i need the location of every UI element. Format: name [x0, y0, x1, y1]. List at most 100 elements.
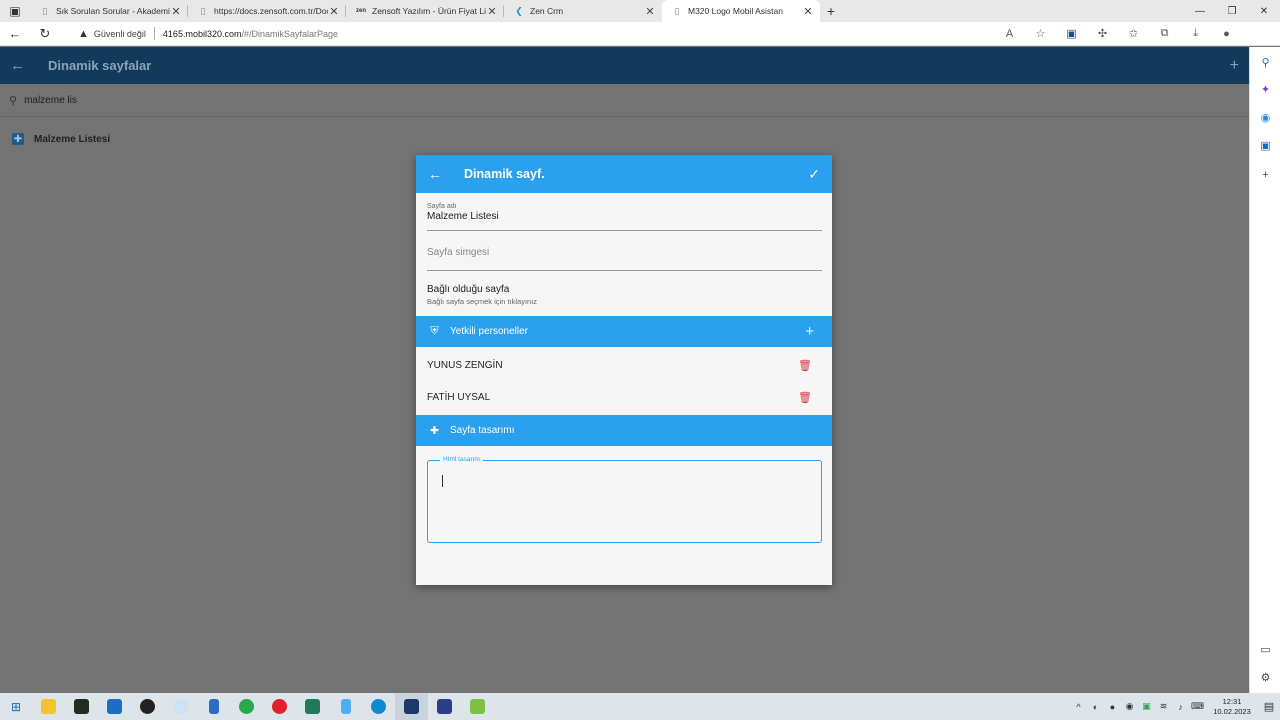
page-title: Dinamik sayfalar — [48, 58, 152, 73]
tray-app-icon[interactable]: ▣ — [1138, 701, 1155, 712]
app-icon[interactable] — [428, 693, 461, 720]
close-icon[interactable]: ✕ — [802, 5, 814, 18]
close-icon[interactable]: ✕ — [486, 5, 498, 18]
dynamic-page-dialog: ← Dinamik sayf. ✓ Sayfa adı Malzeme List… — [416, 155, 832, 585]
tray-app-icon[interactable]: ◉ — [1121, 701, 1138, 712]
favorite-add-icon[interactable]: ☆ — [1025, 27, 1056, 40]
browser-tab[interactable]: zen Zensoft Yazılım - Ürün Fiyat Liste ✕ — [346, 0, 504, 22]
clock[interactable]: 12:31 10.02.2023 — [1210, 697, 1254, 717]
tray-app-icon[interactable]: ◐ — [1087, 702, 1104, 712]
close-icon[interactable]: ✕ — [170, 5, 182, 18]
page-layout-icon: ✚ — [12, 133, 24, 145]
windows-taskbar: ⊞ ^ ◐ ● ◉ ▣ ≋ ♪ ⌨ 12:31 10.02.2023 ▤ — [0, 693, 1280, 720]
copilot-icon[interactable]: ✦ — [1250, 83, 1280, 96]
linked-page-hint: Bağlı sayfa seçmek için tıklayınız — [427, 297, 538, 306]
back-arrow-icon[interactable]: ← — [0, 26, 30, 41]
url-host: 4165.mobil320.com — [162, 28, 242, 39]
html-design-label: Html tasarım — [440, 456, 483, 463]
page-icon-placeholder: Sayfa simgesi — [427, 247, 490, 258]
browser-tab[interactable]: ▯ https://docs.zensoft.com.tr/Docs ✕ — [188, 0, 346, 22]
url-field[interactable]: 4165.mobil320.com/#/DinamikSayfalarPage — [163, 29, 338, 39]
notepad-icon[interactable] — [461, 693, 494, 720]
back-arrow-icon[interactable]: ← — [428, 166, 446, 182]
search-input[interactable]: malzeme lis — [24, 95, 77, 106]
opera-icon[interactable] — [263, 693, 296, 720]
file-explorer-icon[interactable] — [32, 693, 65, 720]
check-icon[interactable]: ✓ — [808, 166, 820, 183]
keyboard-icon[interactable]: ⌨ — [1189, 701, 1206, 712]
microphone-icon[interactable]: ● — [1104, 702, 1121, 712]
delete-icon[interactable]: 🗑 — [798, 391, 812, 404]
tab-title: Zen Crm — [530, 6, 564, 16]
collections-icon[interactable]: ⧉ — [1149, 27, 1180, 40]
edge-icon[interactable] — [362, 693, 395, 720]
text-cursor — [442, 475, 443, 487]
extension-icon[interactable]: ▣ — [1056, 27, 1087, 40]
windows-start-icon[interactable]: ⊞ — [0, 700, 32, 714]
list-item[interactable]: ✚ Malzeme Listesi — [12, 133, 110, 145]
sidebar-toggle-icon[interactable]: ▭ — [1250, 643, 1280, 656]
page-icon-field[interactable]: Sayfa simgesi — [427, 247, 822, 271]
tools-icon[interactable] — [197, 693, 230, 720]
outlook-icon[interactable]: ▣ — [1250, 139, 1280, 152]
new-tab-button[interactable]: + — [820, 0, 842, 22]
app-icon[interactable] — [164, 693, 197, 720]
notifications-icon[interactable]: ▤ — [1258, 700, 1280, 713]
page-icon: ▯ — [200, 5, 206, 16]
section-label: Yetkili personeller — [450, 326, 529, 337]
outlook-icon[interactable] — [98, 693, 131, 720]
browser-tab[interactable]: ❮ Zen Crm ✕ — [504, 0, 662, 22]
zen-logo-icon: zen — [356, 8, 367, 14]
app-icon[interactable] — [296, 693, 329, 720]
back-arrow-icon[interactable]: ← — [10, 57, 30, 74]
downloads-icon[interactable]: ⤓ — [1180, 27, 1211, 40]
security-indicator[interactable]: ▲ Güvenli değil — [78, 28, 146, 40]
close-icon[interactable]: ✕ — [328, 5, 340, 18]
page-design-header: ✚ Sayfa tasarımı — [416, 415, 832, 446]
personnel-row: YUNUS ZENGİN 🗑 — [427, 349, 822, 381]
games-icon[interactable]: ◉ — [1250, 111, 1280, 124]
delete-icon[interactable]: 🗑 — [798, 359, 812, 372]
search-icon: ⚲ — [9, 94, 18, 107]
address-bar-icons: A ☆ ▣ ✣ ✩ ⧉ ⤓ ● — [994, 27, 1280, 40]
app-icon[interactable] — [395, 693, 428, 720]
search-row[interactable]: ⚲ malzeme lis — [0, 84, 1249, 117]
dialog-title: Dinamik sayf. — [464, 167, 545, 181]
page-name-field[interactable]: Sayfa adı Malzeme Listesi — [427, 203, 822, 231]
add-personnel-button[interactable]: + — [805, 323, 814, 340]
linked-page-selector[interactable]: Bağlı olduğu sayfa Bağlı sayfa seçmek iç… — [427, 284, 537, 306]
add-icon[interactable]: + — [1250, 169, 1280, 181]
clock-date: 10.02.2023 — [1213, 706, 1251, 716]
wifi-icon[interactable]: ≋ — [1155, 701, 1172, 712]
search-icon[interactable]: ⚲ — [1250, 56, 1280, 69]
close-icon[interactable]: ✕ — [644, 5, 656, 18]
shield-check-icon: ⛨ — [430, 325, 439, 337]
system-tray: ^ ◐ ● ◉ ▣ ≋ ♪ ⌨ 12:31 10.02.2023 ▤ — [1070, 697, 1280, 717]
app-icon[interactable] — [65, 693, 98, 720]
list-item-label: Malzeme Listesi — [34, 133, 111, 145]
restore-icon[interactable]: ❐ — [1216, 0, 1248, 22]
app-icon[interactable] — [230, 693, 263, 720]
html-design-textarea[interactable]: Html tasarım — [427, 456, 822, 543]
favorites-icon[interactable]: ✩ — [1118, 27, 1149, 40]
minimize-icon[interactable]: — — [1184, 0, 1216, 22]
tab-actions-icon[interactable]: ▣ — [0, 0, 30, 22]
settings-gear-icon[interactable]: ⚙ — [1250, 671, 1280, 684]
refresh-icon[interactable]: ↻ — [30, 26, 60, 42]
chevron-up-icon[interactable]: ^ — [1070, 702, 1087, 712]
browser-tab-active[interactable]: ▯ M320 Logo Mobil Asistan ✕ — [662, 0, 820, 22]
section-label: Sayfa tasarımı — [450, 425, 515, 436]
address-bar: ← ↻ ▲ Güvenli değil 4165.mobil320.com/#/… — [0, 22, 1280, 46]
add-icon[interactable]: + — [1230, 57, 1239, 75]
speaker-icon[interactable]: ♪ — [1172, 702, 1189, 712]
read-aloud-icon[interactable]: A — [994, 28, 1025, 40]
extensions-puzzle-icon[interactable]: ✣ — [1087, 27, 1118, 40]
browser-tab[interactable]: ▯ Sık Sorulan Sorular - AkademiZe ✕ — [30, 0, 188, 22]
app-header: ← Dinamik sayfalar + — [0, 47, 1249, 84]
app-icon[interactable] — [131, 693, 164, 720]
profile-avatar[interactable]: ● — [1211, 28, 1242, 40]
flutter-icon[interactable] — [329, 693, 362, 720]
close-window-icon[interactable]: ✕ — [1248, 0, 1280, 22]
personnel-name: YUNUS ZENGİN — [427, 359, 503, 371]
personnel-name: FATİH UYSAL — [427, 391, 491, 403]
